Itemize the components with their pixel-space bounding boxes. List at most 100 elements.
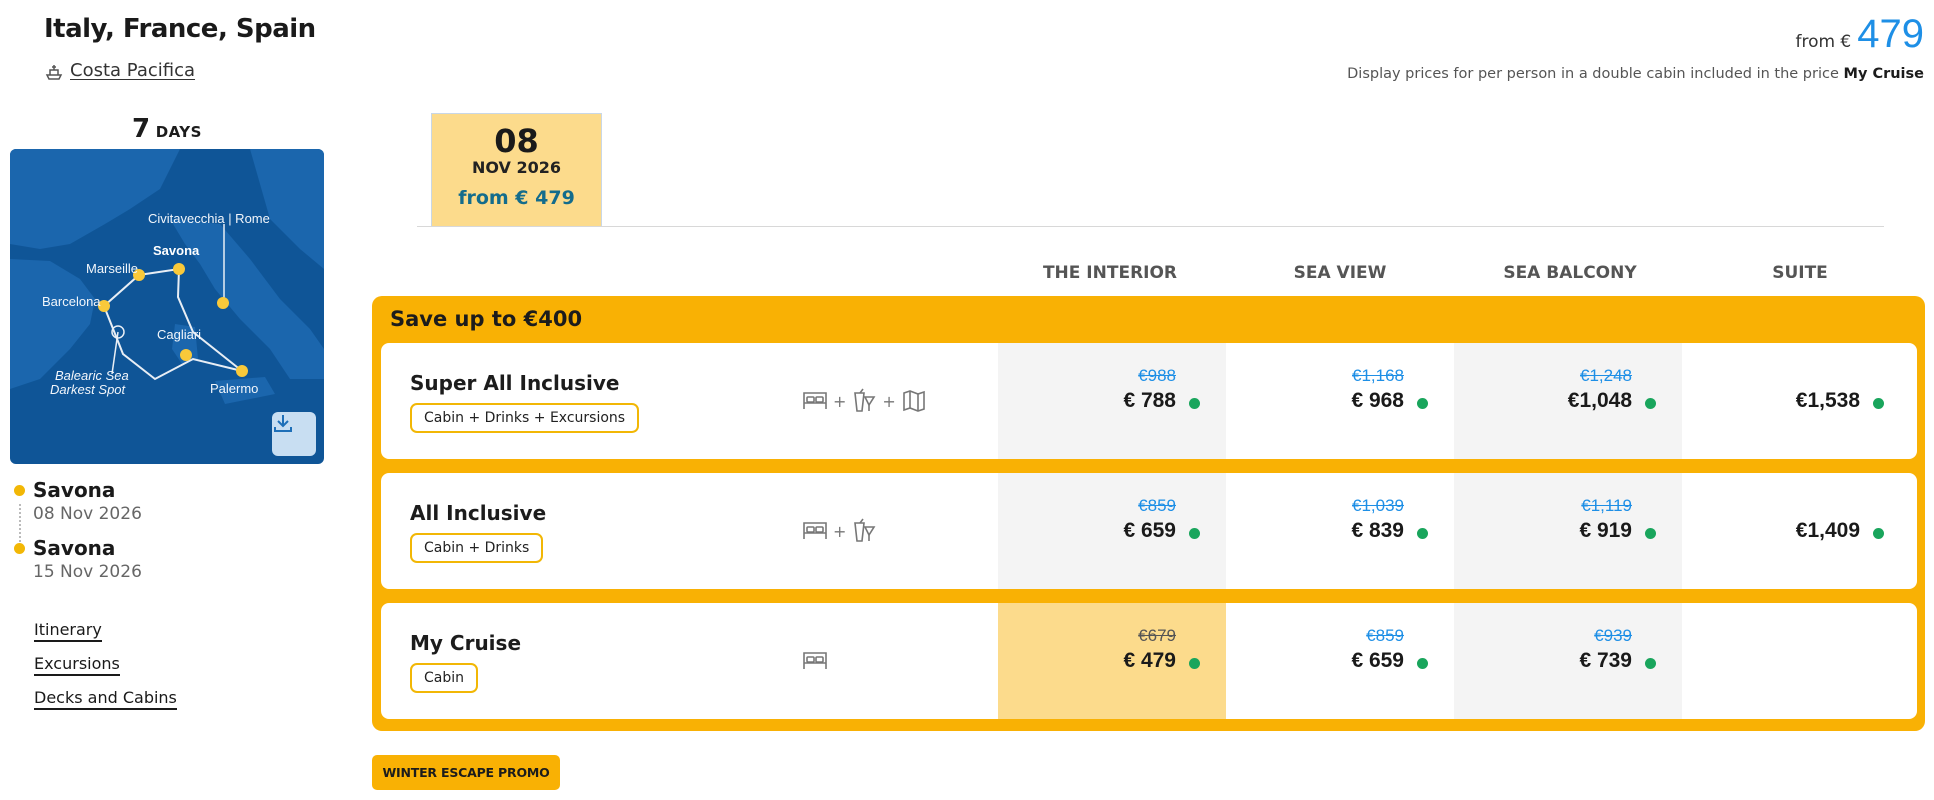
package-row-my-cruise: My Cruise Cabin €679 € 479 €859 € 659 €9… <box>381 603 1917 719</box>
bed-icon <box>803 652 827 669</box>
from-price-amount: 479 <box>1857 12 1924 56</box>
route-start: Savona 08 Nov 2026 <box>14 478 142 524</box>
new-price: €1,538 <box>1795 389 1860 412</box>
map-download-button[interactable] <box>272 412 316 456</box>
package-badge: Cabin + Drinks <box>410 533 544 563</box>
new-price: € 788 <box>1123 389 1176 412</box>
package-name: All Inclusive <box>410 501 547 525</box>
package-name: Super All Inclusive <box>410 371 620 395</box>
ship-icon <box>45 64 63 80</box>
price-cell[interactable]: €859 € 659 <box>998 473 1226 589</box>
excursions-link[interactable]: Excursions <box>34 654 120 676</box>
date-day: 08 <box>494 122 539 160</box>
decks-cabins-link[interactable]: Decks and Cabins <box>34 688 177 710</box>
route-dot <box>14 485 25 496</box>
save-label: Save up to €400 <box>390 307 583 331</box>
package-name: My Cruise <box>410 631 522 655</box>
package-badge: Cabin + Drinks + Excursions <box>410 403 640 433</box>
route-port: Savona <box>33 536 116 560</box>
col-head-sea-balcony: SEA BALCONY <box>1503 263 1637 283</box>
price-cell[interactable]: €1,538 <box>1682 343 1910 459</box>
route-port: Savona <box>33 478 116 502</box>
route-date: 15 Nov 2026 <box>33 562 142 582</box>
date-from-price: from € 479 <box>458 187 575 209</box>
price-cell[interactable]: €1,168 € 968 <box>1226 343 1454 459</box>
map-label-balearic: Balearic Sea <box>55 368 129 383</box>
new-price: €1,048 <box>1567 389 1632 412</box>
availability-dot <box>1417 658 1428 669</box>
package-row-all-inclusive: All Inclusive Cabin + Drinks + €859 € 65… <box>381 473 1917 589</box>
map-label-cagliari: Cagliari <box>157 327 201 342</box>
map-icon <box>903 390 925 412</box>
new-price: € 659 <box>1123 519 1176 542</box>
package-badge: Cabin <box>410 663 479 693</box>
price-cell[interactable]: €1,119 € 919 <box>1454 473 1682 589</box>
drinks-icon <box>854 518 876 542</box>
price-cell[interactable]: €859 € 659 <box>1226 603 1454 719</box>
price-cell[interactable]: €1,248 €1,048 <box>1454 343 1682 459</box>
plus-icon: + <box>833 521 847 541</box>
availability-dot <box>1189 398 1200 409</box>
route-end: Savona 15 Nov 2026 <box>14 536 142 582</box>
new-price: € 919 <box>1579 519 1632 542</box>
itinerary-map[interactable]: Civitavecchia | Rome Savona Marseille Ba… <box>10 149 324 464</box>
package-includes: + <box>801 517 878 545</box>
old-price: €988 <box>1138 366 1176 385</box>
availability-dot <box>1189 528 1200 539</box>
availability-dot <box>1873 528 1884 539</box>
plus-icon: + <box>833 391 847 411</box>
bed-icon <box>803 522 827 539</box>
package-includes: + + <box>801 387 928 415</box>
map-label-savona: Savona <box>153 243 200 258</box>
old-price: €1,248 <box>1580 366 1632 385</box>
availability-dot <box>1873 398 1884 409</box>
bed-icon <box>803 392 827 409</box>
map-label-marseille: Marseille <box>86 261 138 276</box>
ship-name[interactable]: Costa Pacifica <box>70 60 195 81</box>
map-label-civitavecchia: Civitavecchia | Rome <box>148 211 270 226</box>
availability-dot <box>1417 528 1428 539</box>
from-prefix: from € <box>1795 32 1852 52</box>
new-price: € 968 <box>1351 389 1404 412</box>
col-head-sea-view: SEA VIEW <box>1293 263 1387 283</box>
new-price: €1,409 <box>1795 519 1860 542</box>
display-note-text: Display prices for per person in a doubl… <box>1347 66 1844 82</box>
map-label-darkest-spot: Darkest Spot <box>50 382 127 397</box>
package-row-super-all-inclusive: Super All Inclusive Cabin + Drinks + Exc… <box>381 343 1917 459</box>
route-date: 08 Nov 2026 <box>33 504 142 524</box>
availability-dot <box>1645 658 1656 669</box>
date-tab-selected[interactable]: 08 NOV 2026 from € 479 <box>431 113 602 227</box>
old-price: €859 <box>1138 496 1176 515</box>
download-icon <box>274 415 292 432</box>
old-price: €679 <box>1138 626 1176 645</box>
route-dot <box>14 543 25 554</box>
map-label-palermo: Palermo <box>210 381 258 396</box>
days-label: DAYS <box>155 123 202 141</box>
promo-badge[interactable]: WINTER ESCAPE PROMO <box>372 755 560 790</box>
ship-link[interactable]: Costa Pacifica <box>44 60 195 81</box>
itinerary-link[interactable]: Itinerary <box>34 620 102 642</box>
price-cell[interactable]: €988 € 788 <box>998 343 1226 459</box>
availability-dot <box>1645 528 1656 539</box>
old-price: €1,168 <box>1352 366 1404 385</box>
old-price: €1,119 <box>1581 496 1632 515</box>
price-cell[interactable]: €939 € 739 <box>1454 603 1682 719</box>
new-price: € 839 <box>1351 519 1404 542</box>
days-number: 7 <box>132 114 151 144</box>
from-price: from € 479 <box>1795 12 1924 57</box>
map-label-barcelona: Barcelona <box>42 294 101 309</box>
price-cell[interactable]: €1,409 <box>1682 473 1910 589</box>
package-includes <box>801 647 829 675</box>
page-title: Italy, France, Spain <box>44 14 316 44</box>
availability-dot <box>1189 658 1200 669</box>
display-note-bold: My Cruise <box>1843 66 1924 82</box>
old-price: €939 <box>1594 626 1632 645</box>
price-cell-selected[interactable]: €679 € 479 <box>998 603 1226 719</box>
price-cell[interactable]: €1,039 € 839 <box>1226 473 1454 589</box>
route-connector <box>19 504 21 542</box>
availability-dot <box>1417 398 1428 409</box>
side-links: Itinerary Excursions Decks and Cabins <box>34 620 177 722</box>
new-price: € 739 <box>1579 649 1632 672</box>
tab-divider <box>417 226 1884 227</box>
days-count: 7 DAYS <box>10 114 324 144</box>
